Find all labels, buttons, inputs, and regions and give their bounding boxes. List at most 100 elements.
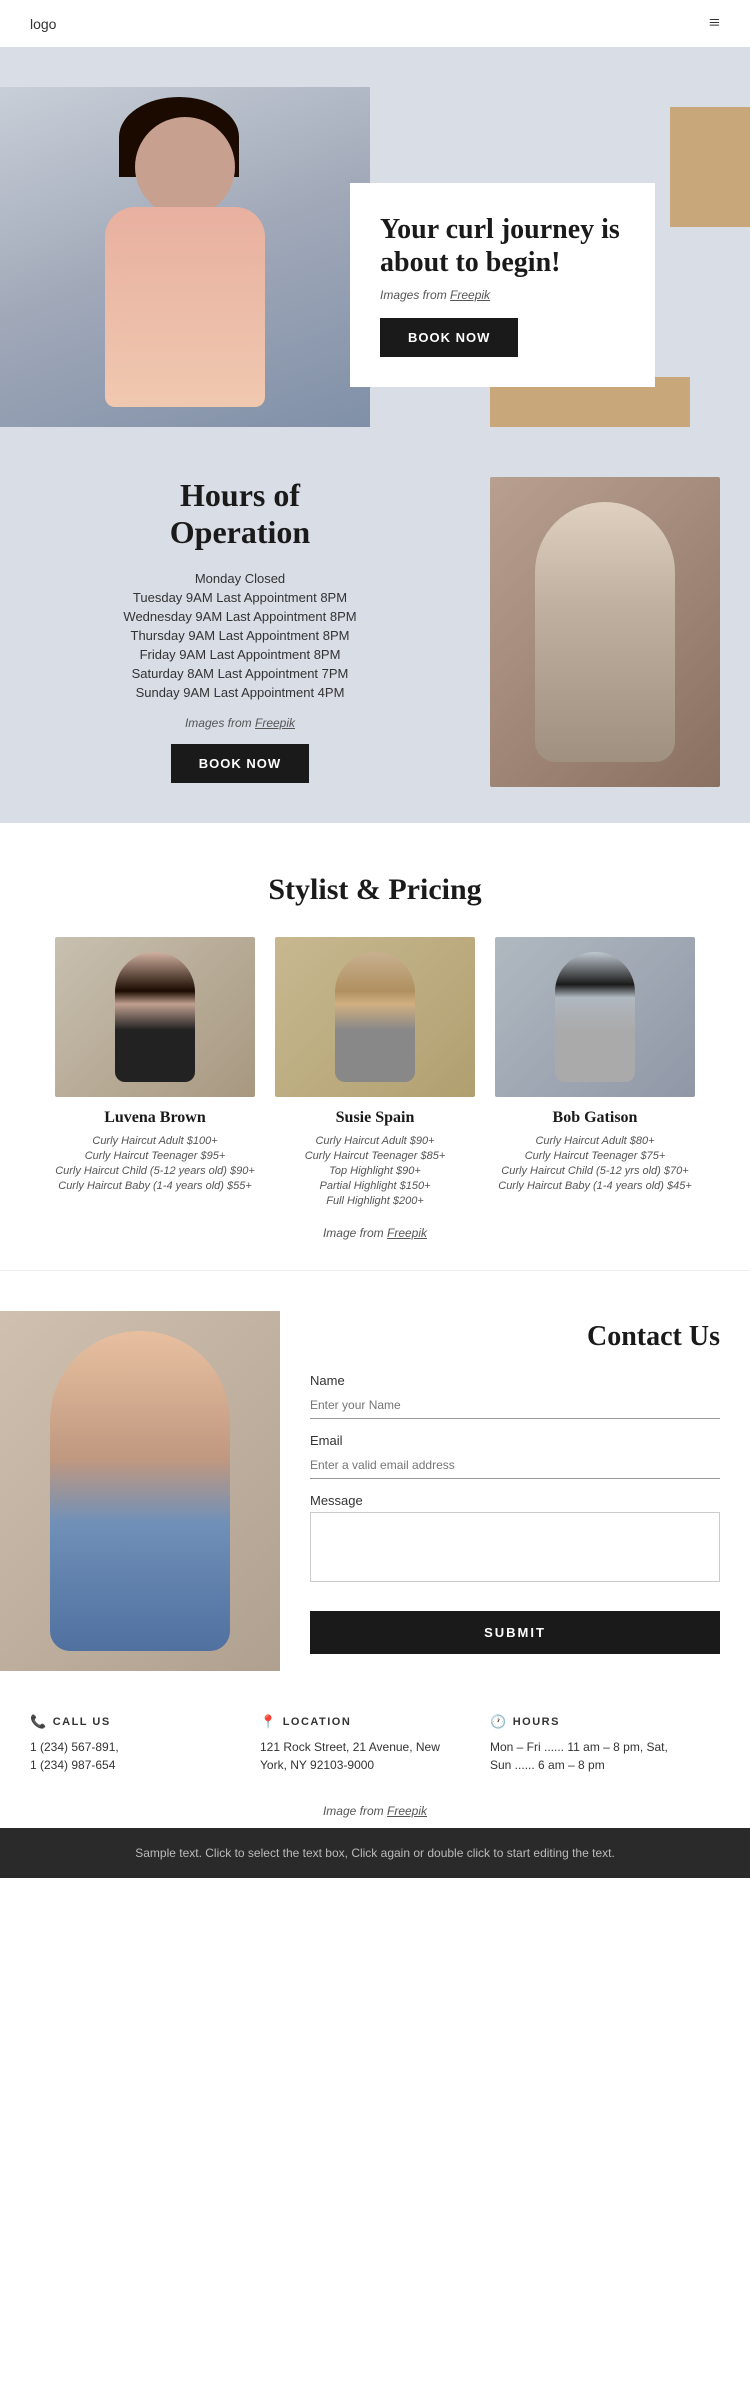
barber-silhouette (535, 502, 675, 762)
contact-freepik-credit: Image from Freepik (0, 1794, 750, 1828)
location-content: 121 Rock Street, 21 Avenue, New York, NY… (260, 1738, 480, 1774)
stylist-1-services: Curly Haircut Adult $100+ Curly Haircut … (55, 1135, 255, 1192)
hours-btn-wrap: BOOK NOW (30, 744, 450, 783)
hours-book-button[interactable]: BOOK NOW (171, 744, 309, 783)
hours-inner: Hours of Operation Monday Closed Tuesday… (0, 477, 750, 803)
stylist-3-name: Bob Gatison (495, 1109, 695, 1127)
pricing-freepik-credit: Image from Freepik (30, 1226, 720, 1240)
stylist-image-1 (55, 937, 255, 1097)
hours-info-content: Mon – Fri ...... 11 am – 8 pm, Sat, Sun … (490, 1738, 710, 1774)
name-input[interactable] (310, 1392, 720, 1419)
contact-image (0, 1311, 280, 1671)
footer-text: Sample text. Click to select the text bo… (135, 1846, 615, 1860)
stylist-2-name: Susie Spain (275, 1109, 475, 1127)
list-item: Monday Closed (30, 571, 450, 586)
list-item: Saturday 8AM Last Appointment 7PM (30, 666, 450, 681)
info-bar-hours: 🕐 HOURS Mon – Fri ...... 11 am – 8 pm, S… (490, 1714, 720, 1774)
stylist-card-2: Susie Spain Curly Haircut Adult $90+ Cur… (275, 937, 475, 1210)
stylist-3-silhouette (555, 952, 635, 1082)
call-title: 📞 CALL US (30, 1714, 250, 1730)
site-footer: Sample text. Click to select the text bo… (0, 1828, 750, 1878)
hero-image-bg (0, 87, 370, 427)
site-header: logo ≡ (0, 0, 750, 47)
list-item: Curly Haircut Baby (1-4 years old) $45+ (495, 1180, 695, 1192)
contact-person-silhouette (50, 1331, 230, 1651)
call-content: 1 (234) 567-891, 1 (234) 987-654 (30, 1738, 250, 1774)
contact-section: Contact Us Name Email Message SUBMIT 📞 C… (0, 1270, 750, 1828)
stylist-3-services: Curly Haircut Adult $80+ Curly Haircut T… (495, 1135, 695, 1192)
list-item: Curly Haircut Baby (1-4 years old) $55+ (55, 1180, 255, 1192)
name-field-group: Name (310, 1373, 720, 1419)
list-item: Thursday 9AM Last Appointment 8PM (30, 628, 450, 643)
hero-freepik-link[interactable]: Freepik (450, 288, 490, 302)
list-item: Curly Haircut Teenager $85+ (275, 1150, 475, 1162)
location-title: 📍 LOCATION (260, 1714, 480, 1730)
list-item: Curly Haircut Adult $90+ (275, 1135, 475, 1147)
name-label: Name (310, 1373, 720, 1388)
message-label: Message (310, 1493, 720, 1508)
contact-image-side (0, 1311, 280, 1671)
submit-button[interactable]: SUBMIT (310, 1611, 720, 1654)
hours-left: Hours of Operation Monday Closed Tuesday… (30, 477, 450, 803)
barber-image (490, 477, 720, 787)
location-icon: 📍 (260, 1714, 278, 1730)
stylist-1-silhouette (115, 952, 195, 1082)
info-bars: 📞 CALL US 1 (234) 567-891, 1 (234) 987-6… (0, 1694, 750, 1794)
pricing-freepik-link[interactable]: Freepik (387, 1226, 427, 1240)
hero-image (0, 87, 370, 427)
list-item: Curly Haircut Adult $80+ (495, 1135, 695, 1147)
stylist-grid: Luvena Brown Curly Haircut Adult $100+ C… (30, 937, 720, 1210)
pricing-title: Stylist & Pricing (30, 873, 720, 907)
hours-info-title: 🕐 HOURS (490, 1714, 710, 1730)
list-item: Curly Haircut Teenager $75+ (495, 1150, 695, 1162)
list-item: Wednesday 9AM Last Appointment 8PM (30, 609, 450, 624)
body-decoration (105, 207, 265, 407)
hamburger-icon[interactable]: ≡ (709, 12, 720, 35)
stylist-2-silhouette (335, 952, 415, 1082)
hero-text-card: Your curl journey is about to begin! Ima… (350, 183, 655, 387)
list-item: Curly Haircut Teenager $95+ (55, 1150, 255, 1162)
hours-list: Monday Closed Tuesday 9AM Last Appointme… (30, 571, 450, 700)
stylist-image-3 (495, 937, 695, 1097)
hours-freepik-link[interactable]: Freepik (255, 716, 295, 730)
hero-book-button[interactable]: BOOK NOW (380, 318, 518, 357)
list-item: Friday 9AM Last Appointment 8PM (30, 647, 450, 662)
hero-freepik-credit: Images from Freepik (380, 288, 620, 302)
head-decoration (135, 117, 235, 217)
hero-section: Your curl journey is about to begin! Ima… (0, 47, 750, 427)
pricing-section: Stylist & Pricing Luvena Brown Curly Hai… (0, 823, 750, 1270)
list-item: Curly Haircut Child (5-12 years old) $90… (55, 1165, 255, 1177)
list-item: Curly Haircut Child (5-12 yrs old) $70+ (495, 1165, 695, 1177)
hours-section: Hours of Operation Monday Closed Tuesday… (0, 427, 750, 823)
stylist-2-services: Curly Haircut Adult $90+ Curly Haircut T… (275, 1135, 475, 1207)
list-item: Top Highlight $90+ (275, 1165, 475, 1177)
contact-form-side: Contact Us Name Email Message SUBMIT (280, 1311, 750, 1684)
hero-headline: Your curl journey is about to begin! (380, 213, 620, 280)
contact-inner: Contact Us Name Email Message SUBMIT (0, 1311, 750, 1684)
list-item: Curly Haircut Adult $100+ (55, 1135, 255, 1147)
stylist-1-name: Luvena Brown (55, 1109, 255, 1127)
hours-right (490, 477, 720, 787)
email-field-group: Email (310, 1433, 720, 1479)
info-bar-location: 📍 LOCATION 121 Rock Street, 21 Avenue, N… (260, 1714, 490, 1774)
contact-freepik-link[interactable]: Freepik (387, 1804, 427, 1818)
stylist-card-3: Bob Gatison Curly Haircut Adult $80+ Cur… (495, 937, 695, 1210)
hours-title: Hours of Operation (30, 477, 450, 551)
list-item: Partial Highlight $150+ (275, 1180, 475, 1192)
email-input[interactable] (310, 1452, 720, 1479)
accent-box-right (670, 107, 750, 227)
hours-freepik-credit: Images from Freepik (30, 716, 450, 730)
message-input[interactable] (310, 1512, 720, 1582)
list-item: Tuesday 9AM Last Appointment 8PM (30, 590, 450, 605)
clock-icon: 🕐 (490, 1714, 508, 1730)
info-bar-call: 📞 CALL US 1 (234) 567-891, 1 (234) 987-6… (30, 1714, 260, 1774)
message-field-group: Message (310, 1493, 720, 1587)
stylist-card-1: Luvena Brown Curly Haircut Adult $100+ C… (55, 937, 255, 1210)
stylist-image-2 (275, 937, 475, 1097)
list-item: Full Highlight $200+ (275, 1195, 475, 1207)
list-item: Sunday 9AM Last Appointment 4PM (30, 685, 450, 700)
email-label: Email (310, 1433, 720, 1448)
contact-title: Contact Us (310, 1321, 720, 1353)
phone-icon: 📞 (30, 1714, 48, 1730)
logo: logo (30, 16, 56, 32)
